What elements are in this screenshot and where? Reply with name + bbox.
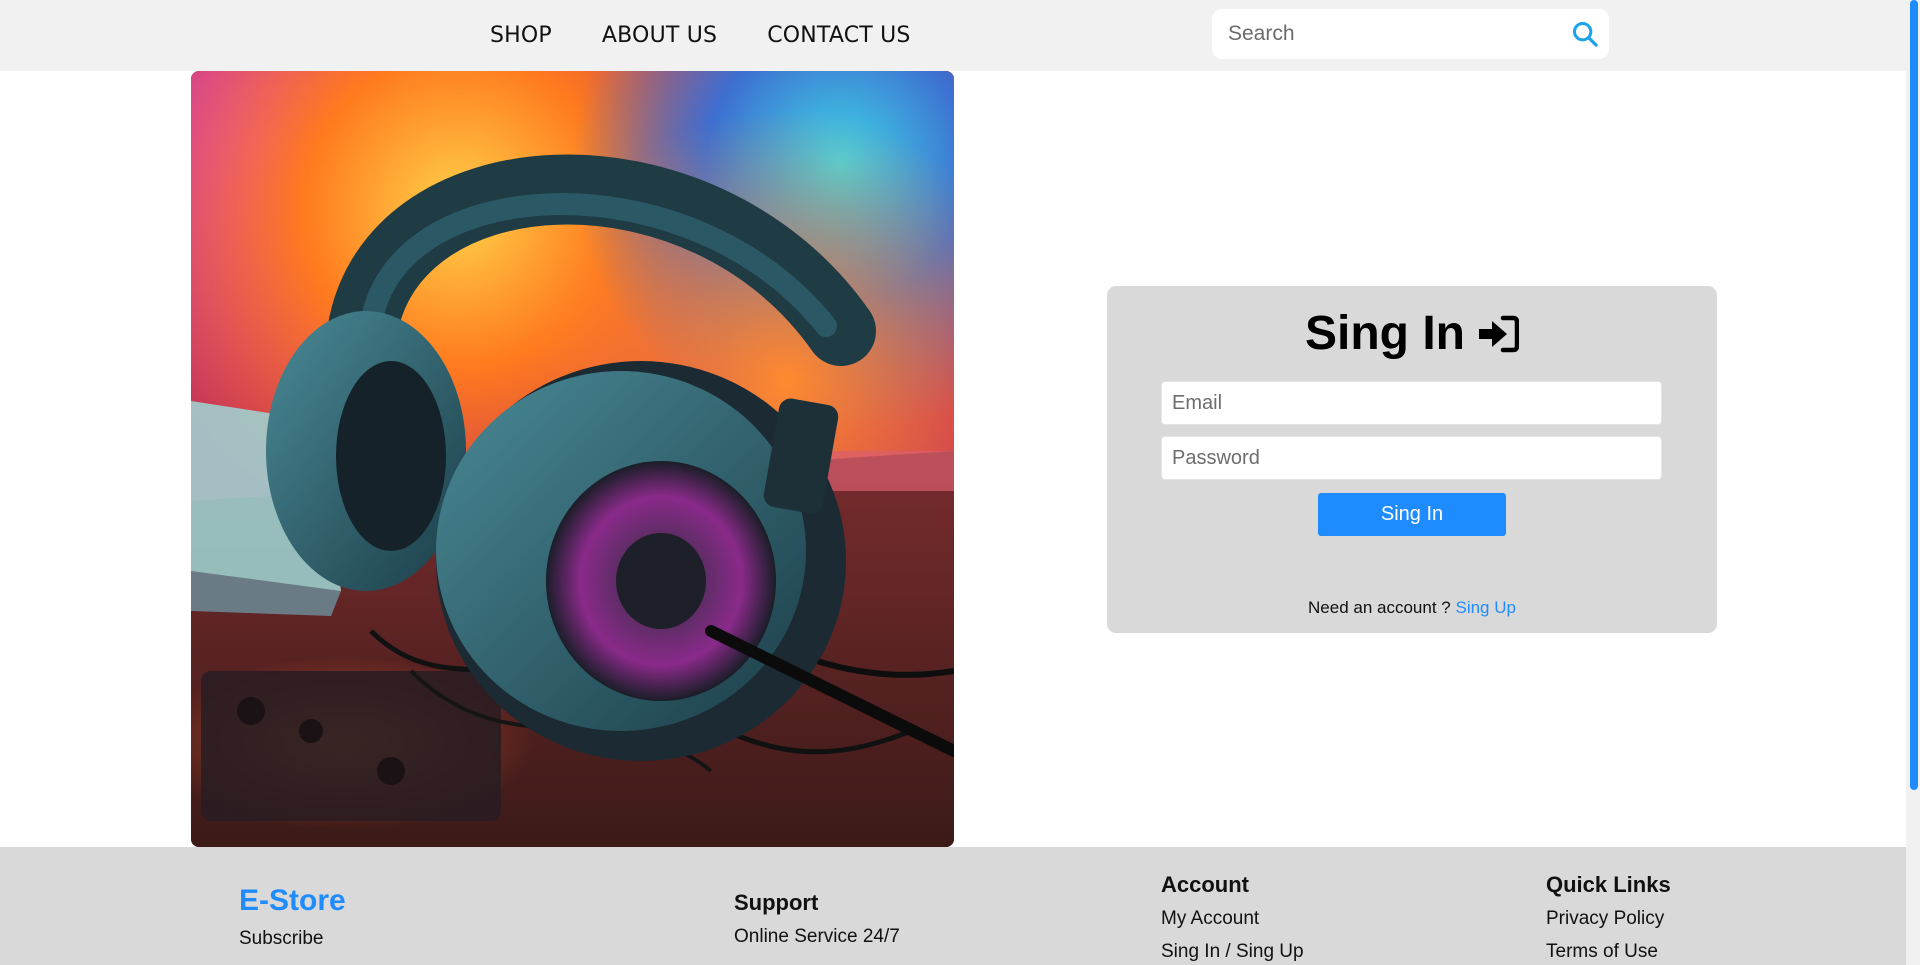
page-scrollbar[interactable] bbox=[1906, 0, 1920, 965]
footer-support-heading: Support bbox=[734, 890, 819, 915]
nav-link-shop[interactable]: SHOP bbox=[490, 23, 552, 48]
password-field[interactable] bbox=[1161, 436, 1662, 480]
footer-support-column: Support Online Service 24/7 bbox=[734, 890, 900, 959]
nav-link-about-us[interactable]: ABOUT US bbox=[602, 23, 717, 48]
top-navbar: SHOP ABOUT US CONTACT US bbox=[0, 0, 1906, 71]
search-box bbox=[1212, 9, 1609, 59]
headphones-image bbox=[191, 71, 954, 847]
footer-quick-links-heading: Quick Links bbox=[1546, 872, 1671, 897]
nav-link-contact-us[interactable]: CONTACT US bbox=[767, 23, 910, 48]
footer: E-Store Subscribe Support Online Service… bbox=[0, 847, 1906, 965]
hero-image bbox=[191, 71, 954, 847]
footer-signin-signup-link[interactable]: Sing In / Sing Up bbox=[1161, 941, 1304, 963]
signin-heading: Sing In bbox=[1107, 306, 1717, 361]
footer-brand-column: E-Store Subscribe bbox=[239, 884, 346, 961]
footer-online-service[interactable]: Online Service 24/7 bbox=[734, 926, 900, 948]
email-field[interactable] bbox=[1161, 381, 1662, 425]
footer-brand[interactable]: E-Store bbox=[239, 884, 346, 918]
signin-button[interactable]: Sing In bbox=[1318, 493, 1506, 536]
footer-my-account-link[interactable]: My Account bbox=[1161, 908, 1304, 930]
signup-link[interactable]: Sing Up bbox=[1455, 598, 1515, 617]
signup-prompt: Need an account ? Sing Up bbox=[1107, 598, 1717, 618]
scrollbar-thumb[interactable] bbox=[1910, 0, 1918, 790]
sign-in-icon bbox=[1478, 315, 1519, 352]
footer-quick-links-column: Quick Links Privacy Policy Terms of Use bbox=[1546, 872, 1671, 965]
search-icon[interactable] bbox=[1571, 20, 1599, 48]
signin-card: Sing In Sing In Need an account ? Sing U… bbox=[1107, 286, 1717, 633]
footer-account-heading: Account bbox=[1161, 872, 1249, 897]
main-nav: SHOP ABOUT US CONTACT US bbox=[490, 0, 961, 71]
footer-subscribe-link[interactable]: Subscribe bbox=[239, 928, 346, 950]
footer-privacy-policy-link[interactable]: Privacy Policy bbox=[1546, 908, 1671, 930]
signin-title: Sing In bbox=[1305, 307, 1465, 360]
footer-account-column: Account My Account Sing In / Sing Up bbox=[1161, 872, 1304, 965]
account-prompt-text: Need an account ? bbox=[1308, 598, 1451, 617]
search-input[interactable] bbox=[1226, 9, 1556, 59]
footer-terms-of-use-link[interactable]: Terms of Use bbox=[1546, 941, 1671, 963]
